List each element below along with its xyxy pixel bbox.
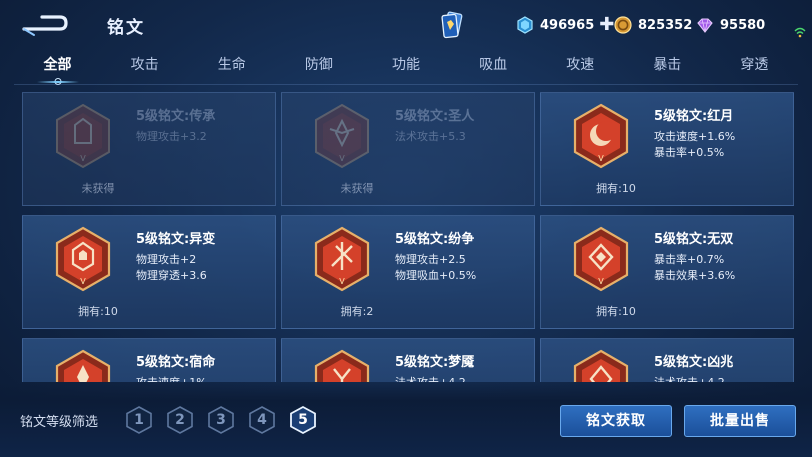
inscription-name: 5级铭文:纷争 xyxy=(395,232,475,247)
inscription-name: 5级铭文:红月 xyxy=(654,109,734,124)
inscription-emblem-icon: V xyxy=(56,103,110,169)
level-filter-1[interactable]: 1 xyxy=(124,405,154,435)
inscription-attribute: 暴击率+0.7% xyxy=(654,253,725,266)
category-tabs: 全部 攻击 生命 防御 功能 吸血 攻速 暴击 穿透 xyxy=(14,50,798,84)
inscription-deck-icon[interactable] xyxy=(439,10,465,40)
inscription-attribute: 物理穿透+3.6 xyxy=(136,269,207,282)
inscription-card[interactable]: V 5级铭文:异变 物理攻击+2 物理穿透+3.6 拥有:10 xyxy=(22,215,276,329)
inscription-card[interactable]: 5级铭文:凶兆 法术攻击+4.2 xyxy=(540,338,794,382)
level-label: 1 xyxy=(134,412,144,428)
inscription-name: 5级铭文:梦魇 xyxy=(395,355,475,370)
add-gem-button[interactable]: ✚ xyxy=(599,16,614,34)
inscription-emblem-icon xyxy=(573,349,629,382)
inscription-emblem-icon: V xyxy=(573,103,629,169)
inscription-card[interactable]: V 5级铭文:传承 物理攻击+3.2 未获得 xyxy=(22,92,276,206)
inscription-emblem-icon: V xyxy=(314,226,370,292)
inscription-emblem-icon: V xyxy=(55,226,111,292)
inscription-emblem-icon xyxy=(314,349,370,382)
owned-count: 未获得 xyxy=(340,182,374,195)
owned-count: 拥有:2 xyxy=(340,305,374,318)
inscription-attribute: 物理攻击+2 xyxy=(136,253,197,266)
inscription-card[interactable]: V 5级铭文:圣人 法术攻击+5.3 未获得 xyxy=(281,92,535,206)
inscription-card[interactable]: V 5级铭文:无双 暴击率+0.7% 暴击效果+3.6% 拥有:10 xyxy=(540,215,794,329)
owned-count: 未获得 xyxy=(81,182,115,195)
inscription-card[interactable]: 5级铭文:梦魇 法术攻击+4.2 xyxy=(281,338,535,382)
diamond-gem-icon xyxy=(517,16,533,34)
inscription-attribute: 攻击速度+1% xyxy=(136,374,207,382)
level-label: 5 xyxy=(298,412,308,428)
tabs-divider xyxy=(14,84,798,85)
svg-text:V: V xyxy=(339,277,345,286)
owned-count: 拥有:10 xyxy=(596,305,636,318)
tab-all[interactable]: 全部 xyxy=(14,50,101,84)
level-label: 2 xyxy=(175,412,185,428)
inscription-emblem-icon: V xyxy=(573,226,629,292)
wifi-signal-icon xyxy=(794,27,806,38)
tab-utility[interactable]: 功能 xyxy=(362,50,449,84)
gold-coin-icon xyxy=(614,16,632,34)
bulk-sell-button[interactable]: 批量出售 xyxy=(684,405,796,437)
level-label: 4 xyxy=(257,412,267,428)
tab-defense[interactable]: 防御 xyxy=(275,50,362,84)
inscription-emblem-icon: V xyxy=(315,103,369,169)
crystal-currency: 95580 xyxy=(696,13,765,37)
inscription-name: 5级铭文:凶兆 xyxy=(654,355,734,370)
tab-lifesteal[interactable]: 吸血 xyxy=(450,50,537,84)
level-filter-label: 铭文等级筛选 xyxy=(20,415,99,430)
inscription-grid: V 5级铭文:传承 物理攻击+3.2 未获得 V 5级铭文:圣人 法术攻击+5.… xyxy=(20,92,798,382)
inscription-emblem-icon xyxy=(55,349,111,382)
inscription-acquire-button[interactable]: 铭文获取 xyxy=(560,405,672,437)
top-bar: 铭文 496965 ✚ 825352 95580 xyxy=(0,0,812,48)
level-filter-4[interactable]: 4 xyxy=(247,405,277,435)
inscription-name: 5级铭文:圣人 xyxy=(395,109,475,124)
level-filter-5[interactable]: 5 xyxy=(288,405,318,435)
inscription-attribute: 法术攻击+4.2 xyxy=(654,374,725,382)
inscription-name: 5级铭文:宿命 xyxy=(136,355,216,370)
tab-attack[interactable]: 攻击 xyxy=(101,50,188,84)
back-button[interactable] xyxy=(20,8,72,38)
page-title: 铭文 xyxy=(107,18,145,38)
inscription-card[interactable]: 5级铭文:宿命 攻击速度+1% xyxy=(22,338,276,382)
inscription-name: 5级铭文:无双 xyxy=(654,232,734,247)
level-label: 3 xyxy=(216,412,226,428)
inscription-attribute: 暴击率+0.5% xyxy=(654,146,725,159)
tab-health[interactable]: 生命 xyxy=(188,50,275,84)
inscription-attribute: 法术攻击+4.2 xyxy=(395,374,466,382)
back-arrow-icon xyxy=(22,15,68,36)
inscription-attribute: 暴击效果+3.6% xyxy=(654,269,736,282)
inscription-attribute: 物理吸血+0.5% xyxy=(395,269,477,282)
inscription-attribute: 攻击速度+1.6% xyxy=(654,130,736,143)
level-filter-3[interactable]: 3 xyxy=(206,405,236,435)
purple-crystal-icon xyxy=(697,18,713,33)
level-filter-2[interactable]: 2 xyxy=(165,405,195,435)
inscription-attribute: 物理攻击+2.5 xyxy=(395,253,466,266)
svg-text:V: V xyxy=(339,154,345,163)
tab-attack-speed[interactable]: 攻速 xyxy=(537,50,624,84)
inscription-card[interactable]: V 5级铭文:红月 攻击速度+1.6% 暴击率+0.5% 拥有:10 xyxy=(540,92,794,206)
svg-text:V: V xyxy=(598,154,604,163)
gold-amount: 825352 xyxy=(638,17,693,33)
tab-penetration[interactable]: 穿透 xyxy=(711,50,798,84)
inscription-name: 5级铭文:异变 xyxy=(136,232,216,247)
tab-critical[interactable]: 暴击 xyxy=(624,50,711,84)
gold-currency: 825352 xyxy=(614,13,692,37)
inscription-attribute: 法术攻击+5.3 xyxy=(395,130,466,143)
svg-text:V: V xyxy=(80,277,86,286)
inscription-card[interactable]: V 5级铭文:纷争 物理攻击+2.5 物理吸血+0.5% 拥有:2 xyxy=(281,215,535,329)
inscription-name: 5级铭文:传承 xyxy=(136,109,216,124)
owned-count: 拥有:10 xyxy=(78,305,118,318)
inscription-attribute: 物理攻击+3.2 xyxy=(136,130,207,143)
gem-currency: 496965 ✚ xyxy=(516,13,614,37)
crystal-amount: 95580 xyxy=(720,17,766,33)
gem-amount: 496965 xyxy=(540,17,595,33)
svg-text:V: V xyxy=(80,154,86,163)
svg-text:V: V xyxy=(598,277,604,286)
owned-count: 拥有:10 xyxy=(596,182,636,195)
